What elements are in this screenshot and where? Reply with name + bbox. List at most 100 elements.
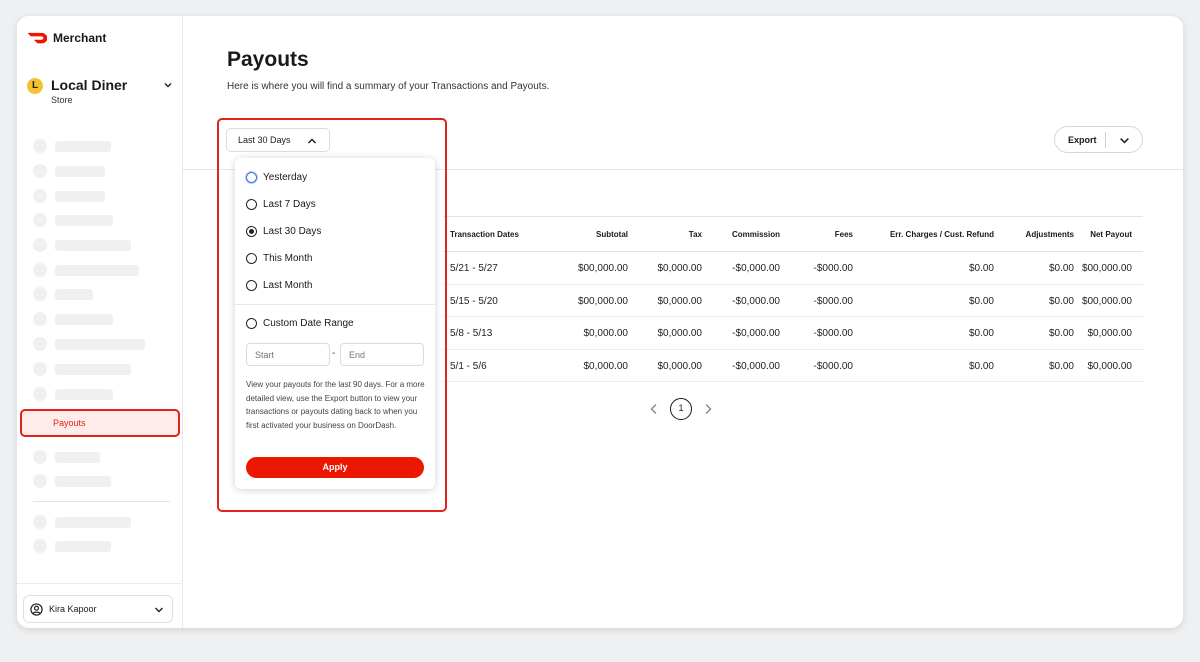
table-row[interactable]: 5/15 - 5/20 $00,000.00 $0,000.00 -$0,000… — [443, 285, 1143, 317]
date-range-dropdown: Yesterday Last 7 Days Last 30 Days This … — [235, 158, 435, 489]
cell-err-charges: $0.00 — [968, 328, 994, 339]
column-header: Net Payout — [1090, 230, 1132, 239]
help-text: View your payouts for the last 90 days. … — [246, 380, 425, 430]
radio-icon[interactable] — [246, 172, 257, 183]
cell-fees: -$000.00 — [813, 328, 853, 339]
radio-icon[interactable] — [246, 199, 257, 210]
table-header: Transaction Dates Subtotal Tax Commissio… — [443, 216, 1143, 252]
option-last-month[interactable]: Last Month — [246, 280, 312, 291]
sidebar-item-placeholder[interactable] — [33, 450, 100, 464]
sidebar-item-placeholder[interactable] — [33, 213, 113, 227]
chevron-down-icon[interactable] — [1119, 135, 1130, 146]
placeholder-label — [55, 165, 105, 177]
chevron-right-icon[interactable] — [703, 403, 713, 415]
radio-icon[interactable] — [246, 253, 257, 264]
placeholder-label — [55, 338, 145, 350]
sidebar-item-placeholder[interactable] — [33, 539, 111, 553]
placeholder-label — [55, 516, 131, 528]
cell-commission: -$0,000.00 — [732, 328, 780, 339]
cell-net-payout: $00,000.00 — [1081, 263, 1132, 274]
cell-tax: $0,000.00 — [657, 360, 703, 372]
sidebar-item-placeholder[interactable] — [33, 474, 111, 488]
start-date-input[interactable] — [246, 343, 330, 366]
chevron-down-icon — [155, 607, 163, 613]
cell-adjustments: $0.00 — [1048, 263, 1074, 274]
cell-commission: -$0,000.00 — [732, 263, 780, 274]
store-avatar: L — [27, 78, 43, 94]
sidebar-item-placeholder[interactable] — [33, 139, 111, 153]
cell-net-payout: $0,000.00 — [1087, 360, 1133, 372]
cell-err-charges: $0.00 — [968, 263, 994, 274]
chevron-left-icon[interactable] — [649, 403, 659, 415]
cell-dates: 5/1 - 5/6 — [450, 360, 487, 372]
placeholder-label — [55, 451, 100, 463]
column-header: Transaction Dates — [450, 230, 519, 239]
table-row[interactable]: 5/8 - 5/13 $0,000.00 $0,000.00 -$0,000.0… — [443, 317, 1143, 350]
placeholder-label — [55, 214, 113, 226]
column-header: Fees — [834, 230, 853, 239]
column-header: Tax — [688, 230, 702, 239]
placeholder-label — [55, 363, 131, 375]
placeholder-icon — [33, 312, 47, 326]
page-number-current[interactable]: 1 — [670, 398, 692, 420]
date-separator: - — [332, 348, 336, 359]
sidebar-item-placeholder[interactable] — [33, 189, 105, 203]
option-label: Last 30 Days — [263, 226, 322, 237]
sidebar-item-placeholder[interactable] — [33, 238, 131, 252]
cell-adjustments: $0.00 — [1048, 360, 1074, 372]
placeholder-label — [55, 140, 111, 152]
option-last-7-days[interactable]: Last 7 Days — [246, 199, 316, 210]
radio-icon[interactable] — [246, 280, 257, 291]
cell-err-charges: $0.00 — [968, 295, 994, 307]
option-label: Custom Date Range — [263, 318, 354, 329]
placeholder-icon — [33, 263, 47, 277]
radio-checked-icon[interactable] — [246, 226, 257, 237]
apply-button[interactable]: Apply — [246, 457, 424, 478]
table-row[interactable]: 5/1 - 5/6 $0,000.00 $0,000.00 -$0,000.00… — [443, 350, 1143, 382]
sidebar-item-placeholder[interactable] — [33, 312, 113, 326]
user-name: Kira Kapoor — [49, 604, 97, 614]
placeholder-icon — [33, 213, 47, 227]
page-subtitle: Here is where you will find a summary of… — [227, 81, 550, 92]
user-circle-icon — [30, 602, 43, 616]
end-date-input[interactable] — [340, 343, 424, 366]
sidebar-item-placeholder[interactable] — [33, 263, 139, 277]
option-custom-date-range[interactable]: Custom Date Range — [246, 318, 354, 329]
placeholder-label — [55, 288, 93, 300]
cell-dates: 5/8 - 5/13 — [450, 328, 493, 339]
column-header: Commission — [731, 230, 780, 239]
export-button[interactable]: Export — [1054, 126, 1143, 153]
sidebar-item-placeholder[interactable] — [33, 164, 105, 178]
brand[interactable]: Merchant — [27, 31, 106, 45]
column-header: Err. Charges / Cust. Refund — [889, 230, 994, 239]
option-yesterday[interactable]: Yesterday — [246, 172, 307, 183]
sidebar-item-placeholder[interactable] — [33, 387, 113, 401]
cell-subtotal: $00,000.00 — [577, 295, 628, 307]
payouts-table: Transaction Dates Subtotal Tax Commissio… — [443, 216, 1143, 382]
sidebar-item-placeholder[interactable] — [33, 362, 131, 376]
cell-adjustments: $0.00 — [1048, 295, 1074, 307]
placeholder-icon — [33, 337, 47, 351]
option-this-month[interactable]: This Month — [246, 253, 312, 264]
placeholder-icon — [33, 450, 47, 464]
sidebar-item-placeholder[interactable] — [33, 515, 131, 529]
cell-adjustments: $0.00 — [1048, 328, 1074, 339]
cell-subtotal: $0,000.00 — [583, 328, 629, 339]
pagination: 1 — [649, 398, 719, 420]
brand-name: Merchant — [53, 31, 107, 45]
sidebar-item-payouts[interactable]: Payouts — [20, 409, 180, 437]
sidebar-item-placeholder[interactable] — [33, 287, 93, 301]
option-last-30-days[interactable]: Last 30 Days — [246, 226, 321, 237]
sidebar: Merchant L Local Diner Store Payouts Kir… — [17, 16, 183, 628]
placeholder-label — [55, 540, 111, 552]
radio-icon[interactable] — [246, 318, 257, 329]
sidebar-footer-divider — [17, 583, 183, 584]
table-row[interactable]: 5/21 - 5/27 $00,000.00 $0,000.00 -$0,000… — [443, 252, 1143, 285]
sidebar-item-placeholder[interactable] — [33, 337, 145, 351]
placeholder-icon — [33, 474, 47, 488]
cell-tax: $0,000.00 — [657, 263, 703, 274]
placeholder-icon — [33, 362, 47, 376]
user-menu[interactable]: Kira Kapoor — [23, 595, 173, 623]
cell-fees: -$000.00 — [813, 295, 853, 307]
placeholder-label — [55, 264, 139, 276]
